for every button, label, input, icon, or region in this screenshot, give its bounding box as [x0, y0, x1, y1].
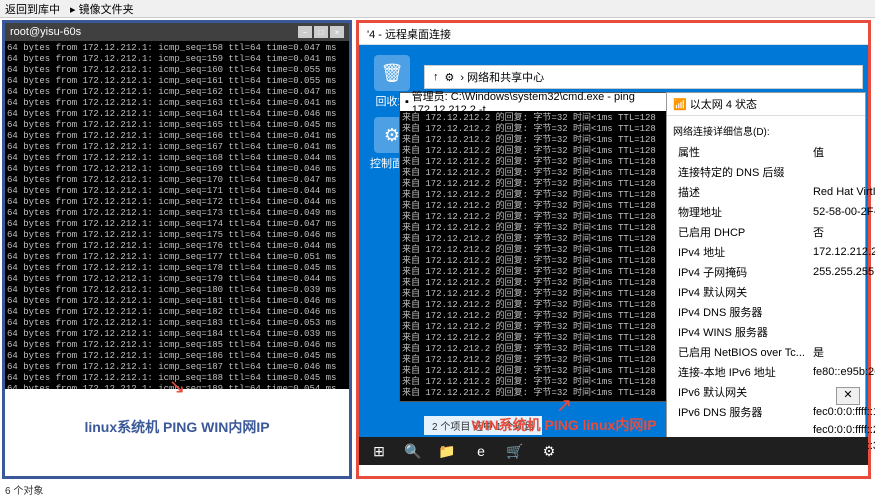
taskbar-item-0[interactable]: ⊞	[363, 439, 395, 463]
prop-val: Red Hat VirtIO Ethernet Adapter	[810, 183, 875, 201]
status-dialog-title: 📶 以太网 4 状态	[667, 93, 865, 116]
maximize-button[interactable]: □	[314, 26, 328, 38]
prop-key: IPv4 子网掩码	[675, 263, 808, 281]
prop-val: 52-58-00-2F-4D-A6	[810, 203, 875, 221]
rdp-title: '4 - 远程桌面连接	[367, 26, 451, 42]
table-row: IPv4 地址172.12.212.2	[675, 243, 875, 261]
prop-val: 否	[810, 223, 875, 241]
explorer-address-bar[interactable]: ↑ ⚙ › 网络和共享中心	[424, 65, 863, 89]
cmd-title-text: 管理员: C:\Windows\system32\cmd.exe - ping …	[412, 88, 673, 116]
toolbar-back[interactable]: 返回到库中	[5, 1, 60, 17]
table-row: IPv6 DNS 服务器fec0:0:0:ffff::1%1	[675, 403, 875, 421]
taskbar-item-1[interactable]: 🔍	[397, 439, 429, 463]
prop-key: 描述	[675, 183, 808, 201]
prop-val: fec0:0:0:ffff::1%1	[810, 403, 875, 421]
file-manager-statusbar: 6 个对象	[0, 481, 875, 497]
linux-terminal-output[interactable]: 64 bytes from 172.12.212.1: icmp_seq=158…	[5, 41, 349, 389]
cmd-icon: ▪	[405, 96, 409, 108]
prop-key: IPv4 WINS 服务器	[675, 323, 808, 341]
prop-val	[810, 303, 875, 321]
desktop-icon-glyph: 🗑	[374, 55, 410, 91]
minimize-button[interactable]: −	[298, 26, 312, 38]
prop-key: 物理地址	[675, 203, 808, 221]
prop-val	[810, 283, 875, 301]
prop-key: 连接-本地 IPv6 地址	[675, 363, 808, 381]
table-row: 已启用 NetBIOS over Tc...是	[675, 343, 875, 361]
close-button[interactable]: ×	[330, 26, 344, 38]
prop-val: fe80::e95b:26b5:fa2b:b6d4%1	[810, 363, 875, 381]
prop-key: IPv6 默认网关	[675, 383, 808, 401]
cmd-titlebar: ▪ 管理员: C:\Windows\system32\cmd.exe - pin…	[400, 93, 678, 111]
table-row: IPv4 默认网关	[675, 283, 875, 301]
windows-desktop[interactable]: 🗑回收站⚙控制面板 ↑ ⚙ › 网络和共享中心 ▪ 管理员: C:\Window…	[359, 45, 868, 465]
windows-caption: WIN系统机 PING linux内网IP	[471, 415, 656, 435]
table-row: 描述Red Hat VirtIO Ethernet Adapter	[675, 183, 875, 201]
linux-panel: root@yisu-60s − □ × 64 bytes from 172.12…	[2, 20, 352, 479]
prop-key: 已启用 DHCP	[675, 223, 808, 241]
nav-up-icon[interactable]: ↑	[433, 71, 439, 83]
rdp-titlebar: '4 - 远程桌面连接	[359, 23, 868, 45]
prop-val	[810, 323, 875, 341]
cmd-window: ▪ 管理员: C:\Windows\system32\cmd.exe - pin…	[399, 92, 679, 402]
prop-key: 已启用 NetBIOS over Tc...	[675, 343, 808, 361]
cmd-output[interactable]: 来自 172.12.212.2 的回复: 字节=32 时间<1ms TTL=12…	[400, 111, 678, 401]
prop-val	[810, 163, 875, 181]
toolbar-breadcrumb[interactable]: ▸ 镜像文件夹	[70, 1, 134, 17]
table-row: 连接特定的 DNS 后缀	[675, 163, 875, 181]
table-row: IPv4 WINS 服务器	[675, 323, 875, 341]
taskbar-item-2[interactable]: 📁	[431, 439, 463, 463]
taskbar-item-3[interactable]: e	[465, 439, 497, 463]
linux-caption: linux系统机 PING WIN内网IP	[84, 417, 269, 437]
prop-key: IPv4 DNS 服务器	[675, 303, 808, 321]
table-row: fec0:0:0:ffff::2%1	[675, 423, 875, 437]
table-row: 已启用 DHCP否	[675, 223, 875, 241]
prop-key: IPv4 默认网关	[675, 283, 808, 301]
status-section-label: 网络连接详细信息(D):	[673, 123, 859, 138]
prop-val: 172.12.212.2	[810, 243, 875, 261]
windows-rdp-panel: '4 - 远程桌面连接 🗑回收站⚙控制面板 ↑ ⚙ › 网络和共享中心 ▪ 管理…	[356, 20, 871, 479]
prop-key: IPv4 地址	[675, 243, 808, 261]
prop-val: fec0:0:0:ffff::2%1	[810, 423, 875, 437]
table-row: IPv4 子网掩码255.255.255.0	[675, 263, 875, 281]
col-header-property: 属性	[675, 143, 808, 161]
linux-caption-area: ↘ linux系统机 PING WIN内网IP	[5, 389, 349, 464]
table-row: 物理地址52-58-00-2F-4D-A6	[675, 203, 875, 221]
prop-val: 255.255.255.0	[810, 263, 875, 281]
linux-title-text: root@yisu-60s	[10, 26, 81, 38]
taskbar-item-5[interactable]: ⚙	[533, 439, 565, 463]
col-header-value: 值	[810, 143, 875, 161]
arrow-icon: ↘	[169, 374, 186, 399]
prop-val: 是	[810, 343, 875, 361]
explorer-path: › 网络和共享中心	[460, 69, 544, 85]
windows-taskbar[interactable]: ⊞🔍📁e🛒⚙	[359, 437, 868, 465]
control-panel-icon: ⚙	[445, 71, 455, 84]
prop-key: 连接特定的 DNS 后缀	[675, 163, 808, 181]
linux-window-titlebar: root@yisu-60s − □ ×	[5, 23, 349, 41]
table-row: IPv4 DNS 服务器	[675, 303, 875, 321]
table-row: 连接-本地 IPv6 地址fe80::e95b:26b5:fa2b:b6d4%1	[675, 363, 875, 381]
taskbar-item-4[interactable]: 🛒	[499, 439, 531, 463]
file-manager-toolbar: 返回到库中 ▸ 镜像文件夹	[0, 0, 875, 18]
arrow-icon: ↗	[556, 393, 573, 418]
dialog-close-button[interactable]: ✕	[836, 387, 860, 405]
network-properties-table: 属性值 连接特定的 DNS 后缀描述Red Hat VirtIO Etherne…	[673, 141, 875, 455]
